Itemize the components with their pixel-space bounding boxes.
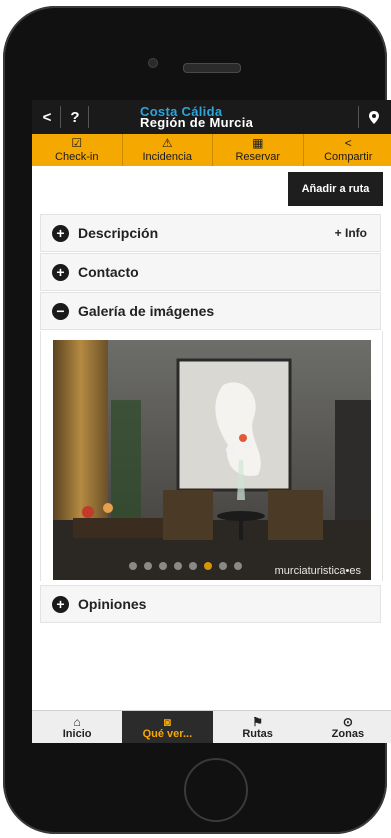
- section-label: Opiniones: [78, 596, 147, 612]
- section-label: Descripción: [78, 225, 159, 241]
- watermark: murciaturistica•es: [274, 565, 361, 577]
- nav-label: Qué ver...: [142, 727, 193, 740]
- section-contacto[interactable]: + Contacto: [40, 253, 381, 291]
- nav-zonas[interactable]: ⊙ Zonas: [303, 711, 391, 743]
- section-descripcion[interactable]: + Descripción + Info: [40, 214, 381, 252]
- section-galeria[interactable]: − Galería de imágenes: [40, 292, 381, 330]
- map-pin-icon: [369, 110, 379, 124]
- checkbox-icon: ☑: [71, 136, 83, 150]
- slide-dot[interactable]: [219, 562, 227, 570]
- section-opiniones[interactable]: + Opiniones: [40, 585, 381, 623]
- reservar-button[interactable]: ▦ Reservar: [213, 134, 304, 166]
- compartir-label: Compartir: [324, 151, 373, 163]
- checkin-label: Check-in: [55, 151, 99, 163]
- gallery-image[interactable]: murciaturistica•es: [53, 340, 371, 580]
- nav-inicio[interactable]: ⌂ Inicio: [32, 711, 122, 743]
- nav-que-ver[interactable]: ◙ Qué ver...: [122, 711, 213, 743]
- plus-circle-icon: +: [52, 263, 69, 281]
- home-icon: ⌂: [73, 714, 81, 729]
- camera-icon: ◙: [163, 714, 171, 729]
- minus-circle-icon: −: [52, 302, 69, 320]
- top-bar: < ? Costa Cálida Región de Murcia: [32, 100, 391, 134]
- location-button[interactable]: [362, 100, 386, 134]
- more-info-link[interactable]: + Info: [335, 226, 367, 240]
- nav-label: Rutas: [242, 727, 273, 740]
- divider: [88, 106, 89, 128]
- earpiece-speaker: [183, 63, 241, 73]
- incidencia-label: Incidencia: [142, 151, 193, 163]
- add-to-route-button[interactable]: Añadir a ruta: [288, 172, 383, 206]
- divider: [60, 106, 61, 128]
- alert-icon: ⚠: [161, 136, 173, 150]
- help-icon: ?: [70, 108, 80, 126]
- lounge-photo: [53, 340, 371, 580]
- slide-dot[interactable]: [129, 562, 137, 570]
- gallery-panel: murciaturistica•es: [40, 331, 383, 581]
- help-button[interactable]: ?: [64, 100, 86, 134]
- slide-dot[interactable]: [144, 562, 152, 570]
- section-label: Galería de imágenes: [78, 303, 215, 319]
- slide-indicators: [129, 562, 242, 570]
- back-button[interactable]: <: [36, 100, 58, 134]
- slide-dot[interactable]: [159, 562, 167, 570]
- nav-label: Zonas: [331, 727, 365, 740]
- slide-dot[interactable]: [204, 562, 212, 570]
- signpost-icon: ⚑: [252, 714, 263, 729]
- incidencia-button[interactable]: ⚠ Incidencia: [123, 134, 213, 166]
- plus-circle-icon: +: [52, 595, 69, 613]
- reservar-label: Reservar: [235, 151, 281, 163]
- app-screen: < ? Costa Cálida Región de Murcia ☑ Chec…: [32, 100, 391, 743]
- nav-rutas[interactable]: ⚑ Rutas: [213, 711, 303, 743]
- nav-label: Inicio: [62, 727, 92, 740]
- slide-dot[interactable]: [174, 562, 182, 570]
- plus-circle-icon: +: [52, 224, 69, 242]
- bottom-navigation: ⌂ Inicio ◙ Qué ver... ⚑ Rutas ⊙ Zonas: [32, 710, 391, 743]
- section-label: Contacto: [78, 264, 139, 280]
- home-button[interactable]: [184, 758, 248, 822]
- divider: [358, 106, 359, 128]
- compartir-button[interactable]: < Compartir: [304, 134, 391, 166]
- slide-dot[interactable]: [189, 562, 197, 570]
- location-icon: ⊙: [342, 714, 353, 729]
- share-icon: <: [344, 136, 352, 150]
- brand-subtitle: Región de Murcia: [140, 115, 254, 130]
- back-icon: <: [42, 108, 52, 126]
- action-bar: ☑ Check-in ⚠ Incidencia ▦ Reservar < Com…: [32, 134, 391, 166]
- calendar-icon: ▦: [252, 136, 264, 150]
- slide-dot[interactable]: [234, 562, 242, 570]
- checkin-button[interactable]: ☑ Check-in: [32, 134, 123, 166]
- front-camera: [148, 58, 158, 68]
